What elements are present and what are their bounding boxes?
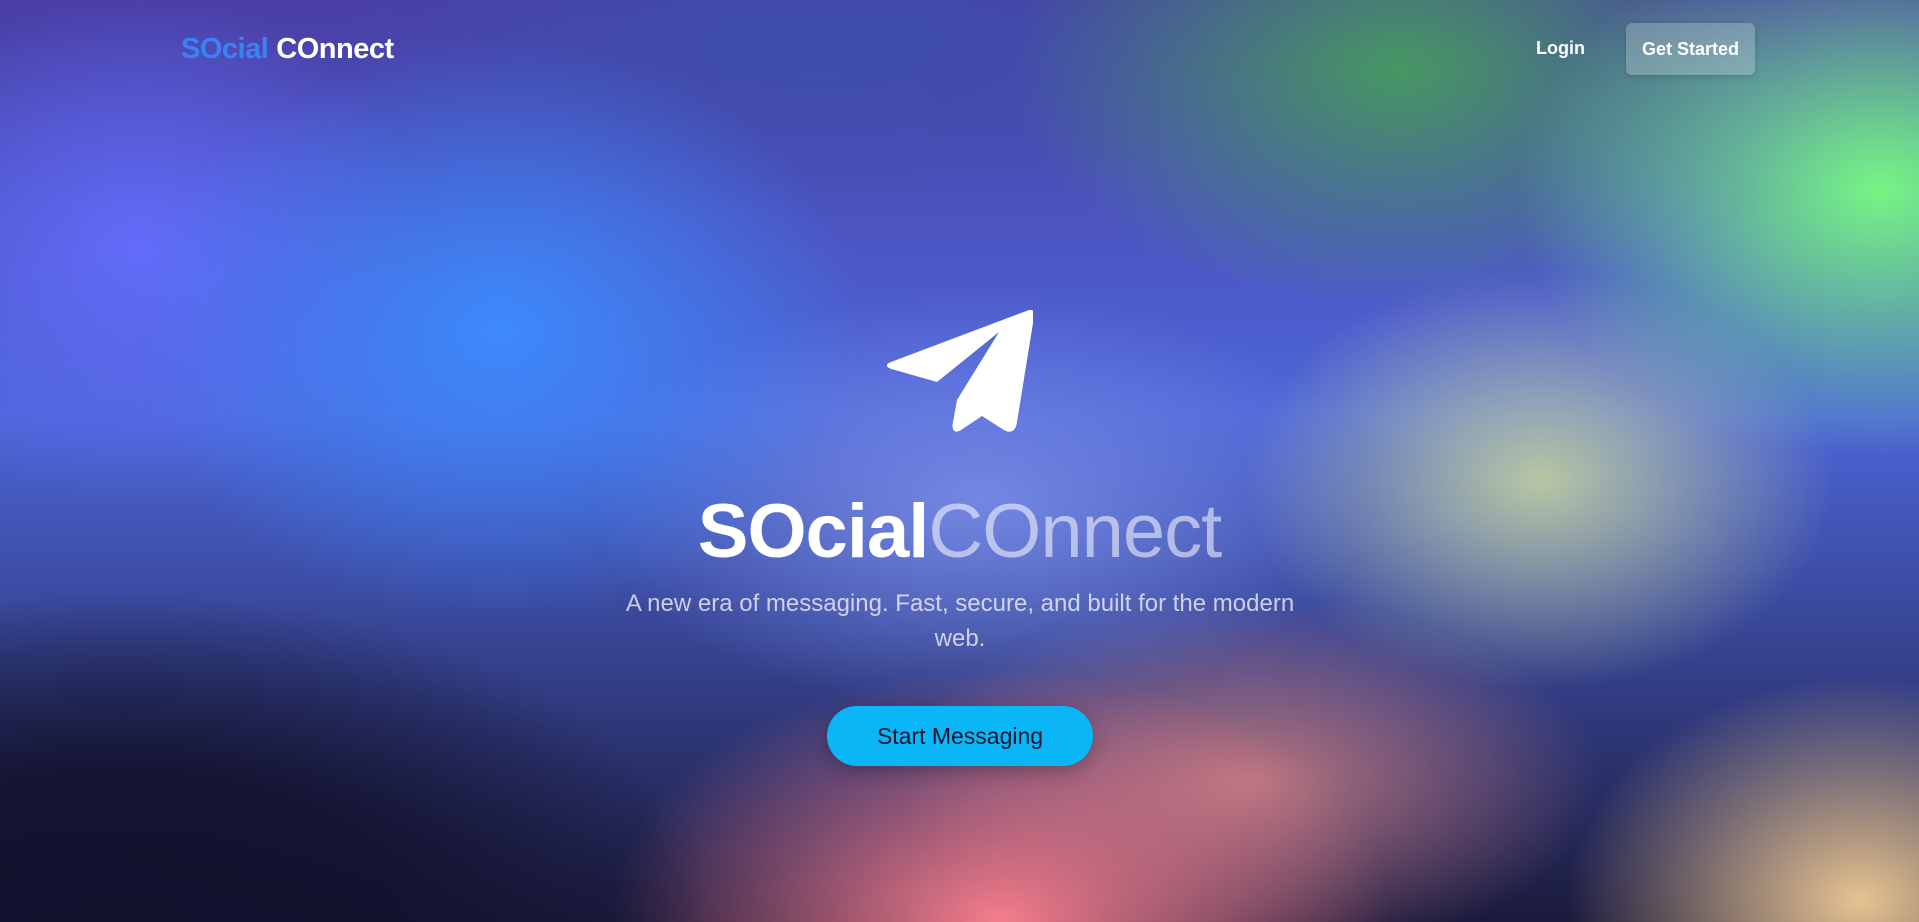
hero-title-bold: SOcial	[697, 489, 930, 574]
brand-logo-part2: COnnect	[276, 33, 394, 65]
get-started-button[interactable]: Get Started	[1626, 23, 1755, 75]
login-link[interactable]: Login	[1536, 38, 1585, 59]
hero-title: SOcialCOnnect	[0, 487, 1919, 577]
top-navbar: SOcial COnnect Login Get Started	[0, 0, 1919, 100]
paper-plane-icon	[887, 310, 1033, 432]
landing-page: SOcial COnnect Login Get Started SOcialCO…	[0, 0, 1919, 922]
background-shade	[0, 592, 700, 922]
start-messaging-button[interactable]: Start Messaging	[827, 706, 1093, 766]
brand-logo-part1: SOcial	[181, 33, 269, 65]
hero-subtitle: A new era of messaging. Fast, secure, an…	[625, 590, 1295, 652]
brand-logo[interactable]: SOcial COnnect	[181, 33, 394, 66]
hero-title-light: COnnect	[928, 489, 1222, 574]
